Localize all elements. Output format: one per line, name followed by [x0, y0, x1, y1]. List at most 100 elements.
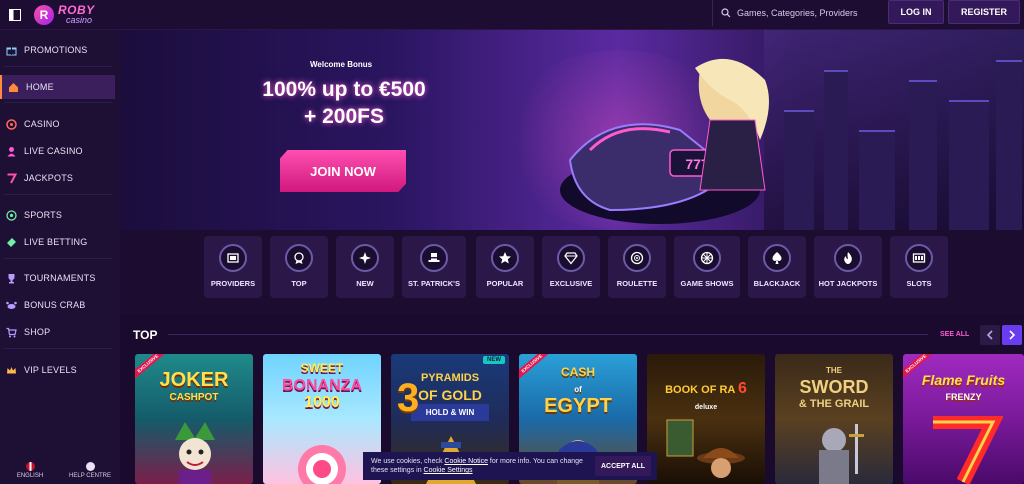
logo[interactable]: R ROBY casino	[34, 2, 95, 25]
sidebar-item-label: LIVE BETTING	[24, 237, 88, 247]
category-game-shows[interactable]: GAME SHOWS	[674, 236, 740, 298]
sidebar-item-promotions[interactable]: PROMOTIONS	[0, 38, 115, 62]
top-bar: R ROBY casino LOG IN REGISTER	[0, 0, 1024, 30]
category-label: BLACKJACK	[753, 279, 801, 288]
category-providers[interactable]: PROVIDERS	[204, 236, 262, 298]
language-selector[interactable]: ENGLISH	[0, 456, 60, 484]
help-label: HELP CENTRE	[69, 472, 111, 479]
hero-subtitle: Welcome Bonus	[310, 60, 373, 69]
category-st-patricks[interactable]: ST. PATRICK'S	[402, 236, 466, 298]
medal-icon	[285, 244, 313, 272]
logo-subtext: casino	[66, 14, 93, 25]
roulette-icon	[623, 244, 651, 272]
game-tile-sword-and-grail[interactable]: THE SWORD & THE GRAIL	[775, 354, 893, 484]
knight-illustration	[819, 424, 864, 484]
game-tile-joker-cashpot[interactable]: EXCLUSIVE JOKER CASHPOT	[135, 354, 253, 484]
search-bar[interactable]	[712, 0, 884, 26]
cookie-text-part: We use cookies, check	[371, 458, 445, 465]
seven-slot-illustration	[933, 416, 1003, 484]
gift-icon	[4, 43, 18, 57]
login-button[interactable]: LOG IN	[888, 0, 944, 24]
game-title-line: CASH	[560, 365, 595, 379]
help-centre-link[interactable]: HELP CENTRE	[60, 456, 120, 484]
sidebar-item-tournaments[interactable]: TOURNAMENTS	[0, 266, 115, 290]
category-label: POPULAR	[486, 279, 524, 288]
sidebar-item-home[interactable]: HOME	[0, 75, 115, 99]
sidebar-item-label: VIP LEVELS	[24, 365, 77, 375]
joker-illustration	[175, 422, 215, 484]
category-new[interactable]: NEW	[336, 236, 394, 298]
home-icon	[6, 80, 20, 94]
menu-toggle-icon[interactable]	[4, 4, 26, 26]
explorer-illustration	[666, 419, 745, 478]
sidebar-item-label: SHOP	[24, 327, 51, 337]
category-label: NEW	[356, 279, 374, 288]
hero-banner: 777 Welcome Bonus 100% up to €500 + 200F…	[120, 30, 1024, 230]
search-input[interactable]	[737, 8, 877, 18]
category-blackjack[interactable]: BLACKJACK	[748, 236, 806, 298]
category-roulette[interactable]: ROULETTE	[608, 236, 666, 298]
join-now-button[interactable]: JOIN NOW	[280, 150, 406, 192]
category-label: PROVIDERS	[210, 279, 256, 288]
category-slots[interactable]: SLOTS	[890, 236, 948, 298]
sidebar-item-label: SPORTS	[24, 210, 63, 220]
chevron-left-icon	[986, 330, 993, 340]
sidebar-item-live-betting[interactable]: LIVE BETTING	[0, 230, 115, 254]
sidebar-item-vip-levels[interactable]: VIP LEVELS	[0, 358, 115, 382]
game-title-line: HOLD & WIN	[411, 404, 489, 421]
hero-title-line2: + 200FS	[304, 105, 384, 128]
leprechaun-hat-icon	[420, 244, 448, 272]
category-bar: PROVIDERS TOP NEW ST. PATRICK'S POPULAR …	[120, 230, 1024, 314]
sparkle-icon	[351, 244, 379, 272]
game-title: JOKER CASHPOT	[135, 369, 253, 406]
carousel-next-button[interactable]	[1002, 325, 1022, 345]
cookie-settings-link[interactable]: Cookie Settings	[424, 467, 473, 474]
language-label: ENGLISH	[16, 472, 44, 479]
category-top[interactable]: TOP	[270, 236, 328, 298]
game-tile-flame-fruits-frenzy[interactable]: EXCLUSIVE Flame Fruits FRENZY	[903, 354, 1024, 484]
register-button[interactable]: REGISTER	[948, 0, 1020, 24]
spade-icon	[763, 244, 791, 272]
logo-text: ROBY	[58, 2, 95, 17]
cart-icon	[4, 325, 18, 339]
category-label: EXCLUSIVE	[549, 279, 593, 288]
category-exclusive[interactable]: EXCLUSIVE	[542, 236, 600, 298]
category-hot-jackpots[interactable]: HOT JACKPOTS	[814, 236, 882, 298]
chevron-right-icon	[1009, 330, 1016, 340]
game-title: Flame Fruits FRENZY	[903, 372, 1024, 406]
crab-icon	[4, 298, 18, 312]
hero-rider-illustration: 777	[560, 58, 769, 224]
game-title-line: CASHPOT	[169, 392, 219, 403]
section-divider	[168, 334, 928, 335]
sidebar-item-label: CASINO	[24, 119, 60, 129]
sidebar-item-label: PROMOTIONS	[24, 45, 88, 55]
cookie-notice-link[interactable]: Cookie Notice	[444, 458, 488, 465]
sidebar-item-label: LIVE CASINO	[24, 146, 83, 156]
sidebar-item-shop[interactable]: SHOP	[0, 320, 115, 344]
sidebar-item-bonus-crab[interactable]: BONUS CRAB	[0, 293, 115, 317]
game-title-line: EGYPT	[544, 395, 612, 417]
see-all-link[interactable]: SEE ALL	[940, 331, 969, 338]
logo-r-icon: R	[34, 4, 54, 25]
sidebar-item-jackpots[interactable]: JACKPOTS	[0, 166, 115, 190]
hero-title-line1: 100% up to €500	[262, 78, 426, 101]
divider	[4, 194, 112, 195]
accept-all-button[interactable]: ACCEPT ALL	[595, 456, 651, 476]
game-title-line: JOKER	[159, 369, 229, 391]
sidebar-item-live-casino[interactable]: LIVE CASINO	[0, 139, 115, 163]
game-title: THE SWORD & THE GRAIL	[775, 362, 893, 413]
trophy-icon	[4, 271, 18, 285]
sidebar-item-sports[interactable]: SPORTS	[0, 203, 115, 227]
hero-title: 100% up to €500 + 200FS	[246, 76, 442, 130]
game-title: BOOK OF RA 6 deluxe	[647, 380, 765, 416]
sidebar-item-casino[interactable]: CASINO	[0, 112, 115, 136]
category-popular[interactable]: POPULAR	[476, 236, 534, 298]
slot-machine-icon	[905, 244, 933, 272]
divider	[4, 66, 112, 67]
sidebar-footer: ENGLISH HELP CENTRE	[0, 456, 120, 484]
game-title-line: FRENZY	[945, 392, 982, 402]
diamond-icon	[557, 244, 585, 272]
hero-cityscape	[764, 30, 1024, 230]
game-tile-book-of-ra-6[interactable]: BOOK OF RA 6 deluxe	[647, 354, 765, 484]
carousel-prev-button[interactable]	[980, 325, 1000, 345]
